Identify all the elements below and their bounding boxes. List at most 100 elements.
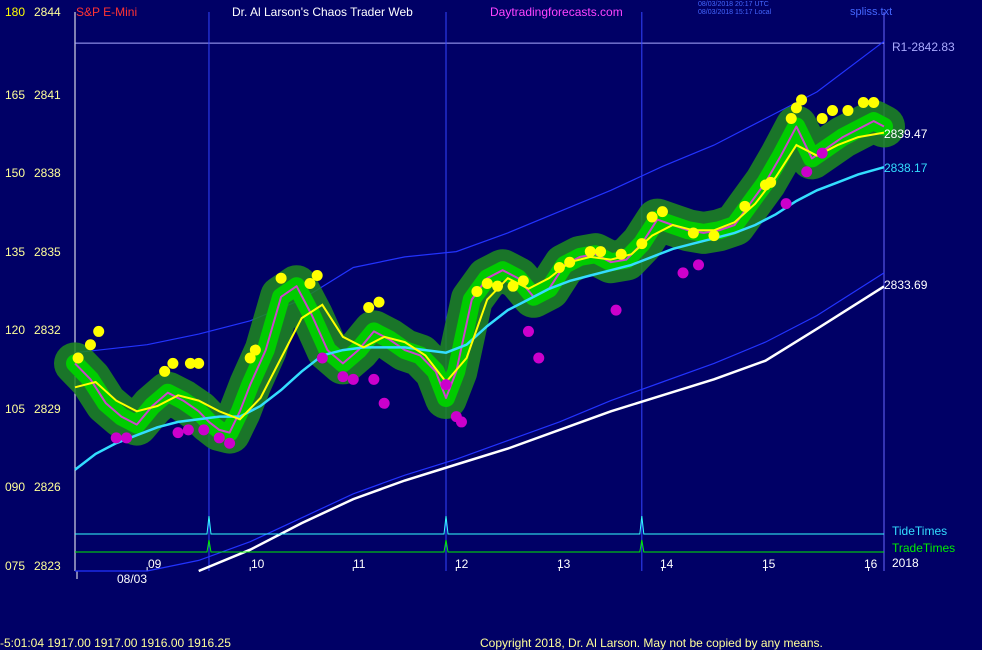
high-dot-14 — [471, 286, 483, 297]
y-label-right-2823: 2823 — [34, 559, 61, 573]
file-name: spliss.txt — [850, 6, 893, 18]
x-tick-13: 13 — [557, 557, 571, 571]
high-dot-9 — [275, 272, 287, 284]
time-lines — [75, 515, 884, 553]
y-label-right-2838: 2838 — [34, 166, 61, 180]
symbol-title: S&P E-Mini — [76, 5, 138, 19]
low-dot-14 — [455, 416, 467, 428]
high-dot-13 — [373, 296, 385, 308]
high-dot-15 — [481, 278, 493, 290]
y-label-left-165: 165 — [5, 88, 26, 102]
high-dot-20 — [564, 256, 576, 268]
quote-line: -5:01:04 1917.00 1917.00 1916.00 1916.25 — [0, 636, 231, 650]
local-timestamp: 08/03/2018 15:17 Local — [698, 9, 772, 16]
y-label-left-090: 090 — [5, 480, 26, 494]
high-dot-8 — [249, 344, 261, 356]
high-dot-17 — [507, 280, 519, 292]
low-dot-20 — [780, 198, 792, 210]
site-title: Dr. Al Larson's Chaos Trader Web — [232, 5, 413, 19]
low-dot-8 — [337, 371, 349, 383]
low-dot-18 — [677, 267, 689, 279]
x-tick-09: 09 — [148, 557, 162, 571]
x-tick-12: 12 — [455, 557, 469, 571]
x-tick-14: 14 — [660, 557, 674, 571]
y-label-left-135: 135 — [5, 245, 26, 259]
high-dot-25 — [646, 211, 658, 223]
copyright: Copyright 2018, Dr. Al Larson. May not b… — [480, 636, 823, 650]
high-dot-34 — [796, 94, 808, 106]
y-label-right-2844: 2844 — [34, 5, 61, 19]
cyan-end-label: 2838.17 — [884, 161, 928, 175]
low-dot-12 — [440, 379, 452, 391]
x-tick-15: 15 — [762, 557, 776, 571]
low-dot-11 — [378, 397, 390, 409]
low-dot-3 — [182, 424, 194, 436]
y-label-right-2841: 2841 — [34, 88, 61, 102]
white-end-label: 2833.69 — [884, 278, 928, 292]
high-dot-0 — [72, 352, 84, 364]
high-dot-26 — [656, 206, 668, 218]
low-dot-9 — [347, 373, 359, 385]
utc-timestamp: 08/03/2018 20:17 UTC — [698, 1, 769, 8]
price-area — [54, 100, 905, 454]
high-dot-35 — [816, 112, 828, 124]
low-dot-16 — [533, 352, 545, 364]
price-end-label: 2839.47 — [884, 127, 928, 141]
high-dot-2 — [93, 325, 105, 337]
trade-times-line — [75, 539, 884, 553]
high-dot-18 — [517, 275, 529, 287]
low-dot-6 — [224, 437, 236, 449]
low-dot-7 — [316, 352, 328, 364]
high-dot-22 — [595, 246, 607, 258]
y-label-right-2826: 2826 — [34, 480, 61, 494]
high-dot-37 — [842, 104, 854, 116]
high-dot-38 — [857, 97, 869, 109]
high-dot-3 — [159, 365, 171, 377]
low-dot-1 — [121, 432, 133, 444]
tide-times-line — [75, 515, 884, 535]
low-dot-22 — [816, 147, 828, 159]
high-dot-11 — [311, 270, 323, 282]
low-dot-0 — [110, 432, 122, 444]
high-dot-19 — [553, 262, 565, 274]
high-dot-24 — [636, 238, 648, 250]
low-dot-4 — [198, 424, 210, 436]
high-dot-21 — [584, 246, 596, 258]
low-dot-17 — [610, 304, 622, 316]
low-dot-2 — [172, 427, 184, 439]
high-dot-23 — [615, 248, 627, 260]
y-label-left-180: 180 — [5, 5, 26, 19]
high-dot-32 — [785, 112, 797, 124]
high-dot-36 — [826, 104, 838, 116]
y-label-left-105: 105 — [5, 402, 26, 416]
low-dot-19 — [692, 259, 704, 271]
site-url[interactable]: Daytradingforecasts.com — [490, 5, 623, 19]
y-label-right-2832: 2832 — [34, 323, 61, 337]
trade-times-label: TradeTimes — [892, 541, 956, 555]
low-dot-5 — [213, 432, 225, 444]
low-dot-15 — [522, 325, 534, 337]
date-label: 08/03 — [117, 572, 148, 586]
high-dot-4 — [167, 357, 179, 369]
y-label-left-120: 120 — [5, 323, 26, 337]
y-label-left-075: 075 — [5, 559, 26, 573]
y-label-left-150: 150 — [5, 166, 26, 180]
high-dot-1 — [84, 339, 96, 351]
low-dot-10 — [368, 373, 380, 385]
chart-svg — [54, 12, 905, 579]
high-dot-6 — [193, 357, 205, 369]
year-label: 2018 — [892, 556, 919, 570]
x-tick-16: 16 — [864, 557, 878, 571]
high-dot-27 — [687, 227, 699, 239]
high-dot-28 — [708, 230, 720, 242]
high-dot-31 — [765, 176, 777, 188]
high-dot-16 — [492, 280, 504, 292]
low-dot-21 — [801, 166, 813, 178]
x-tick-10: 10 — [251, 557, 265, 571]
y-label-right-2835: 2835 — [34, 245, 61, 259]
y-label-right-2829: 2829 — [34, 402, 61, 416]
high-dot-39 — [868, 97, 880, 109]
high-dot-29 — [739, 200, 751, 212]
x-tick-11: 11 — [353, 557, 366, 571]
high-dot-12 — [363, 301, 375, 313]
